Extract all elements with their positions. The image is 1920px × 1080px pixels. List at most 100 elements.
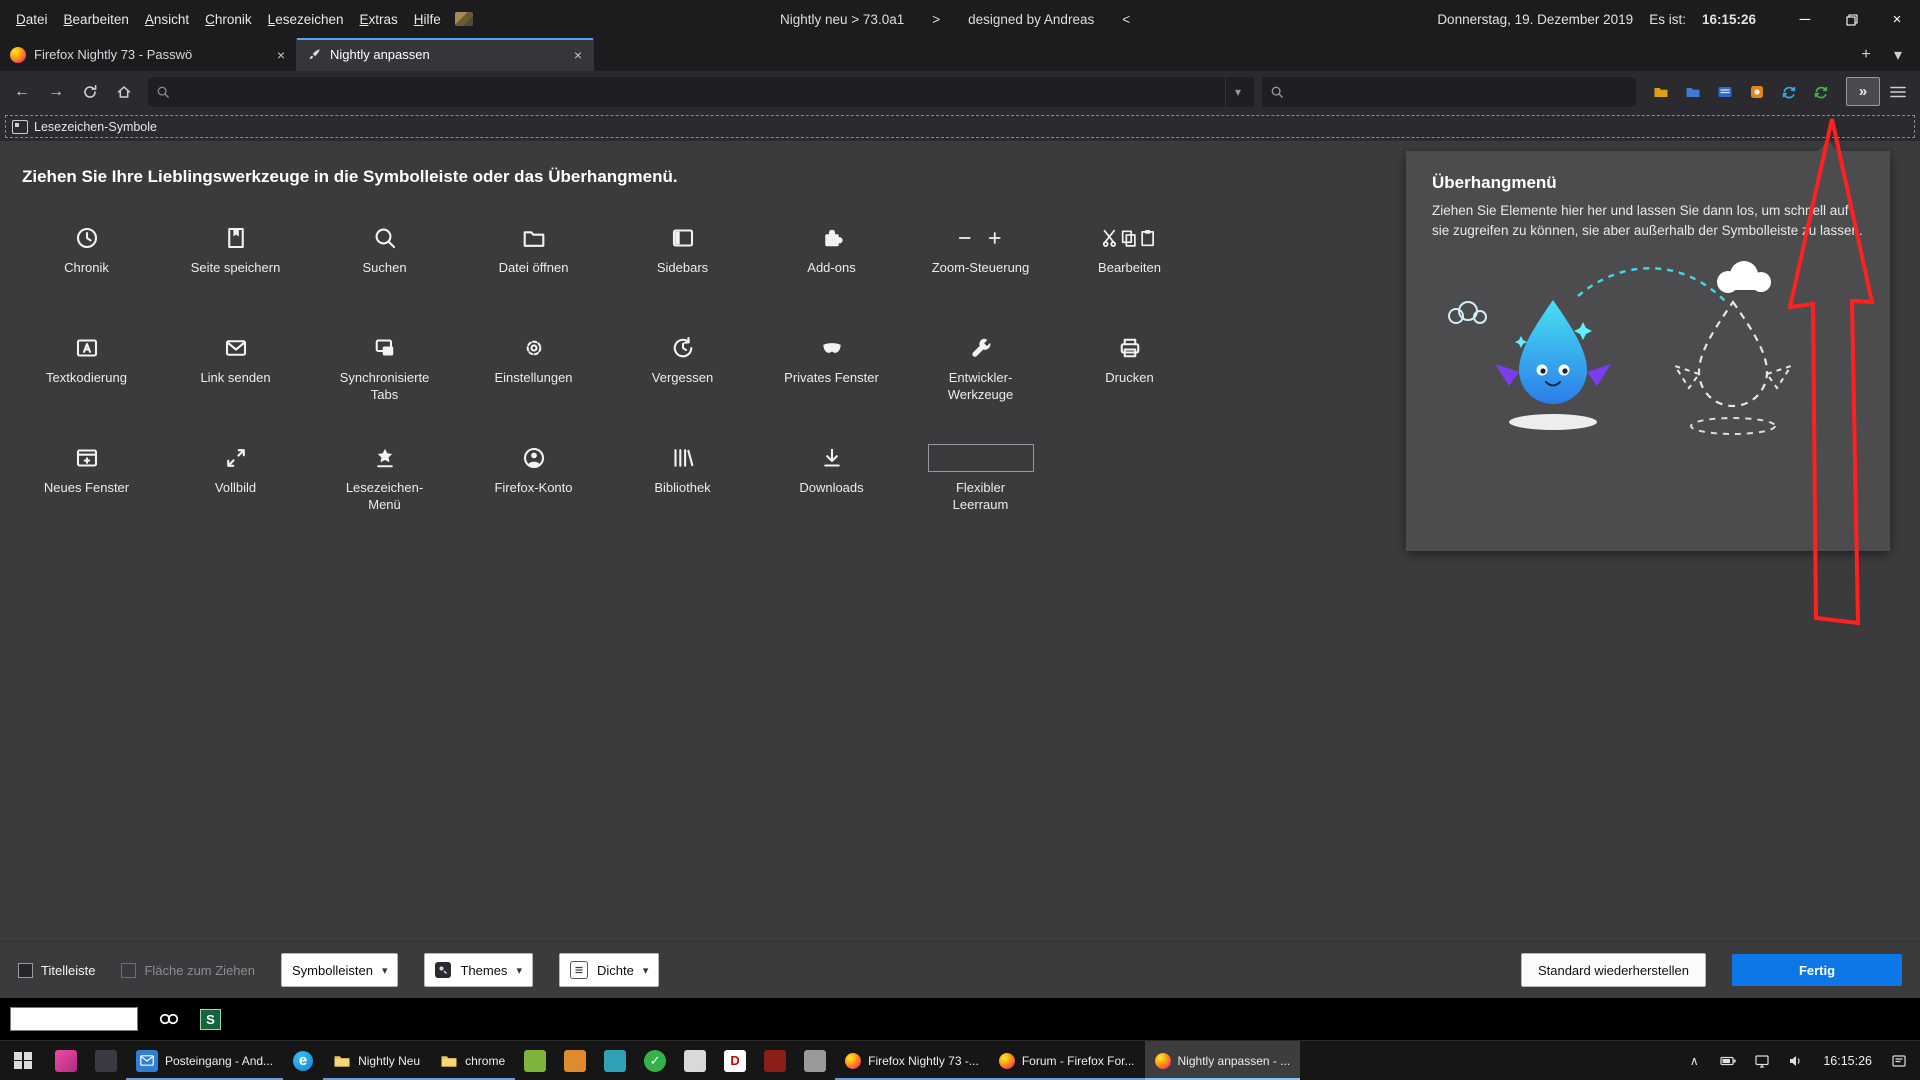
sync-blue-icon[interactable]	[1774, 78, 1804, 106]
url-bar[interactable]: ▾	[148, 77, 1254, 107]
taskbar-icon-green-check[interactable]: ✓	[635, 1041, 675, 1080]
customize-item-add-ons[interactable]: Add-ons	[757, 221, 906, 311]
restore-button[interactable]	[1828, 0, 1874, 38]
customize-item-flexibler-leerraum[interactable]: Flexibler Leerraum	[906, 441, 1055, 531]
done-button[interactable]: Fertig	[1732, 954, 1902, 986]
extension-orange-icon[interactable]	[1742, 78, 1772, 106]
taskbar-icon-photos[interactable]	[86, 1041, 126, 1080]
taskbar-icon-darkred[interactable]	[755, 1041, 795, 1080]
titlebar-date: Donnerstag, 19. Dezember 2019	[1437, 12, 1633, 27]
toolbars-dropdown[interactable]: Symbolleisten ▾	[281, 953, 398, 987]
taskbar-icon-white[interactable]	[675, 1041, 715, 1080]
bookmarks-drop-zone[interactable]: Lesezeichen-Symbole	[5, 115, 1915, 138]
customize-item-vollbild[interactable]: Vollbild	[161, 441, 310, 531]
customize-item-vergessen[interactable]: Vergessen	[608, 331, 757, 421]
customize-item-datei-oeffnen[interactable]: Datei öffnen	[459, 221, 608, 311]
taskbar-clock[interactable]: 16:15:26	[1815, 1054, 1880, 1068]
density-dropdown[interactable]: Dichte ▾	[559, 953, 659, 987]
forward-button[interactable]: →	[40, 77, 72, 107]
menu-hilfe[interactable]: Hilfe	[406, 9, 449, 30]
taskbar-icon-paint[interactable]	[46, 1041, 86, 1080]
goggles-icon[interactable]	[158, 1011, 180, 1027]
customize-item-downloads[interactable]: Downloads	[757, 441, 906, 531]
tab-nightly-anpassen[interactable]: Nightly anpassen ×	[297, 38, 594, 71]
tab-firefox-nightly[interactable]: Firefox Nightly 73 - Passwö ×	[0, 38, 297, 71]
checkbox-icon[interactable]	[18, 963, 33, 978]
menu-hamburger-button[interactable]	[1882, 77, 1914, 107]
menu-lesezeichen[interactable]: Lesezeichen	[260, 9, 352, 30]
sync-green-icon[interactable]	[1806, 78, 1836, 106]
menu-extras[interactable]: Extras	[352, 9, 406, 30]
customize-item-bearbeiten[interactable]: Bearbeiten	[1055, 221, 1204, 311]
bookmark-item-label[interactable]: Lesezeichen-Symbole	[34, 120, 157, 134]
taskbar-button-firefox-nightly[interactable]: Firefox Nightly 73 -...	[835, 1041, 989, 1080]
restore-defaults-button[interactable]: Standard wiederherstellen	[1521, 953, 1706, 987]
customize-item-suchen[interactable]: Suchen	[310, 221, 459, 311]
close-button[interactable]: ×	[1874, 0, 1920, 38]
start-button[interactable]	[0, 1041, 46, 1080]
customize-item-textkodierung[interactable]: Textkodierung	[12, 331, 161, 421]
customize-item-synchronisierte-tabs[interactable]: Synchronisierte Tabs	[310, 331, 459, 421]
customize-item-chronik[interactable]: Chronik	[12, 221, 161, 311]
taskbar-icon-teal[interactable]	[595, 1041, 635, 1080]
customize-item-zoom-steuerung[interactable]: Zoom-Steuerung	[906, 221, 1055, 311]
speaker-icon[interactable]	[1781, 1041, 1811, 1080]
menu-datei[interactable]: Datei	[8, 9, 56, 30]
bookmark-folder-yellow-icon[interactable]	[1646, 78, 1676, 106]
taskbar-button-mail[interactable]: Posteingang - And...	[126, 1041, 283, 1080]
customize-item-link-senden[interactable]: Link senden	[161, 331, 310, 421]
taskbar-icon-green[interactable]	[515, 1041, 555, 1080]
tab-close-icon[interactable]: ×	[571, 47, 585, 63]
reload-button[interactable]	[74, 77, 106, 107]
window-controls: ─ ×	[1782, 0, 1920, 38]
network-icon[interactable]	[1747, 1041, 1777, 1080]
taskbar-icon-orange-search[interactable]	[555, 1041, 595, 1080]
bookmark-folder-blue-icon[interactable]	[1678, 78, 1708, 106]
search-bar[interactable]	[1262, 77, 1636, 107]
themes-dropdown[interactable]: Themes ▾	[424, 953, 533, 987]
menubar: Datei Bearbeiten Ansicht Chronik Lesezei…	[0, 9, 473, 30]
overflow-menu-panel[interactable]: Überhangmenü Ziehen Sie Elemente hier he…	[1406, 151, 1890, 551]
tray-expand-chevron-icon[interactable]: ∧	[1679, 1041, 1709, 1080]
s-badge-icon[interactable]: S	[200, 1009, 221, 1030]
minimize-button[interactable]: ─	[1782, 0, 1828, 38]
reading-list-icon[interactable]	[1710, 78, 1740, 106]
customize-item-einstellungen[interactable]: Einstellungen	[459, 331, 608, 421]
search-input[interactable]	[1284, 76, 1628, 108]
new-tab-button[interactable]: +	[1852, 42, 1880, 68]
dragspace-checkbox[interactable]: Fläche zum Ziehen	[121, 963, 255, 978]
taskbar-button-chrome-folder[interactable]: chrome	[430, 1041, 515, 1080]
customize-item-bibliothek[interactable]: Bibliothek	[608, 441, 757, 531]
customize-item-drucken[interactable]: Drucken	[1055, 331, 1204, 421]
action-center-icon[interactable]	[1884, 1041, 1914, 1080]
firefox-logo-icon	[999, 1053, 1015, 1069]
taskbar-button-nightly-folder[interactable]: Nightly Neu	[323, 1041, 430, 1080]
tab-close-icon[interactable]: ×	[274, 47, 288, 63]
menu-chronik[interactable]: Chronik	[197, 9, 260, 30]
taskbar-icon-edge[interactable]: e	[283, 1041, 323, 1080]
customize-item-privates-fenster[interactable]: Privates Fenster	[757, 331, 906, 421]
url-input[interactable]	[170, 76, 1225, 108]
deskband-search-input[interactable]	[10, 1007, 138, 1031]
taskbar-button-forum[interactable]: Forum - Firefox For...	[989, 1041, 1145, 1080]
taskbar-icon-d-red[interactable]: D	[715, 1041, 755, 1080]
battery-icon[interactable]	[1713, 1041, 1743, 1080]
customize-item-neues-fenster[interactable]: Neues Fenster	[12, 441, 161, 531]
taskbar-button-nightly-anpassen[interactable]: Nightly anpassen - ...	[1145, 1041, 1301, 1080]
menu-bearbeiten[interactable]: Bearbeiten	[56, 9, 137, 30]
customize-item-seite-speichern[interactable]: Seite speichern	[161, 221, 310, 311]
urlbar-dropdown-icon[interactable]: ▾	[1225, 77, 1250, 107]
menu-ansicht[interactable]: Ansicht	[137, 9, 197, 30]
customize-item-firefox-konto[interactable]: Firefox-Konto	[459, 441, 608, 531]
checkbox-icon[interactable]	[121, 963, 136, 978]
overflow-chevron-button[interactable]: »	[1846, 77, 1880, 106]
taskbar-icon-gray[interactable]	[795, 1041, 835, 1080]
titlebar-checkbox[interactable]: Titelleiste	[18, 963, 95, 978]
list-all-tabs-icon[interactable]: ▾	[1884, 42, 1912, 68]
back-button[interactable]: ←	[6, 77, 38, 107]
customize-item-sidebars[interactable]: Sidebars	[608, 221, 757, 311]
home-button[interactable]	[108, 77, 140, 107]
download-icon	[820, 445, 844, 471]
customize-item-entwickler-werkzeuge[interactable]: Entwickler-Werkzeuge	[906, 331, 1055, 421]
customize-item-lesezeichen-menue[interactable]: Lesezeichen-Menü	[310, 441, 459, 531]
